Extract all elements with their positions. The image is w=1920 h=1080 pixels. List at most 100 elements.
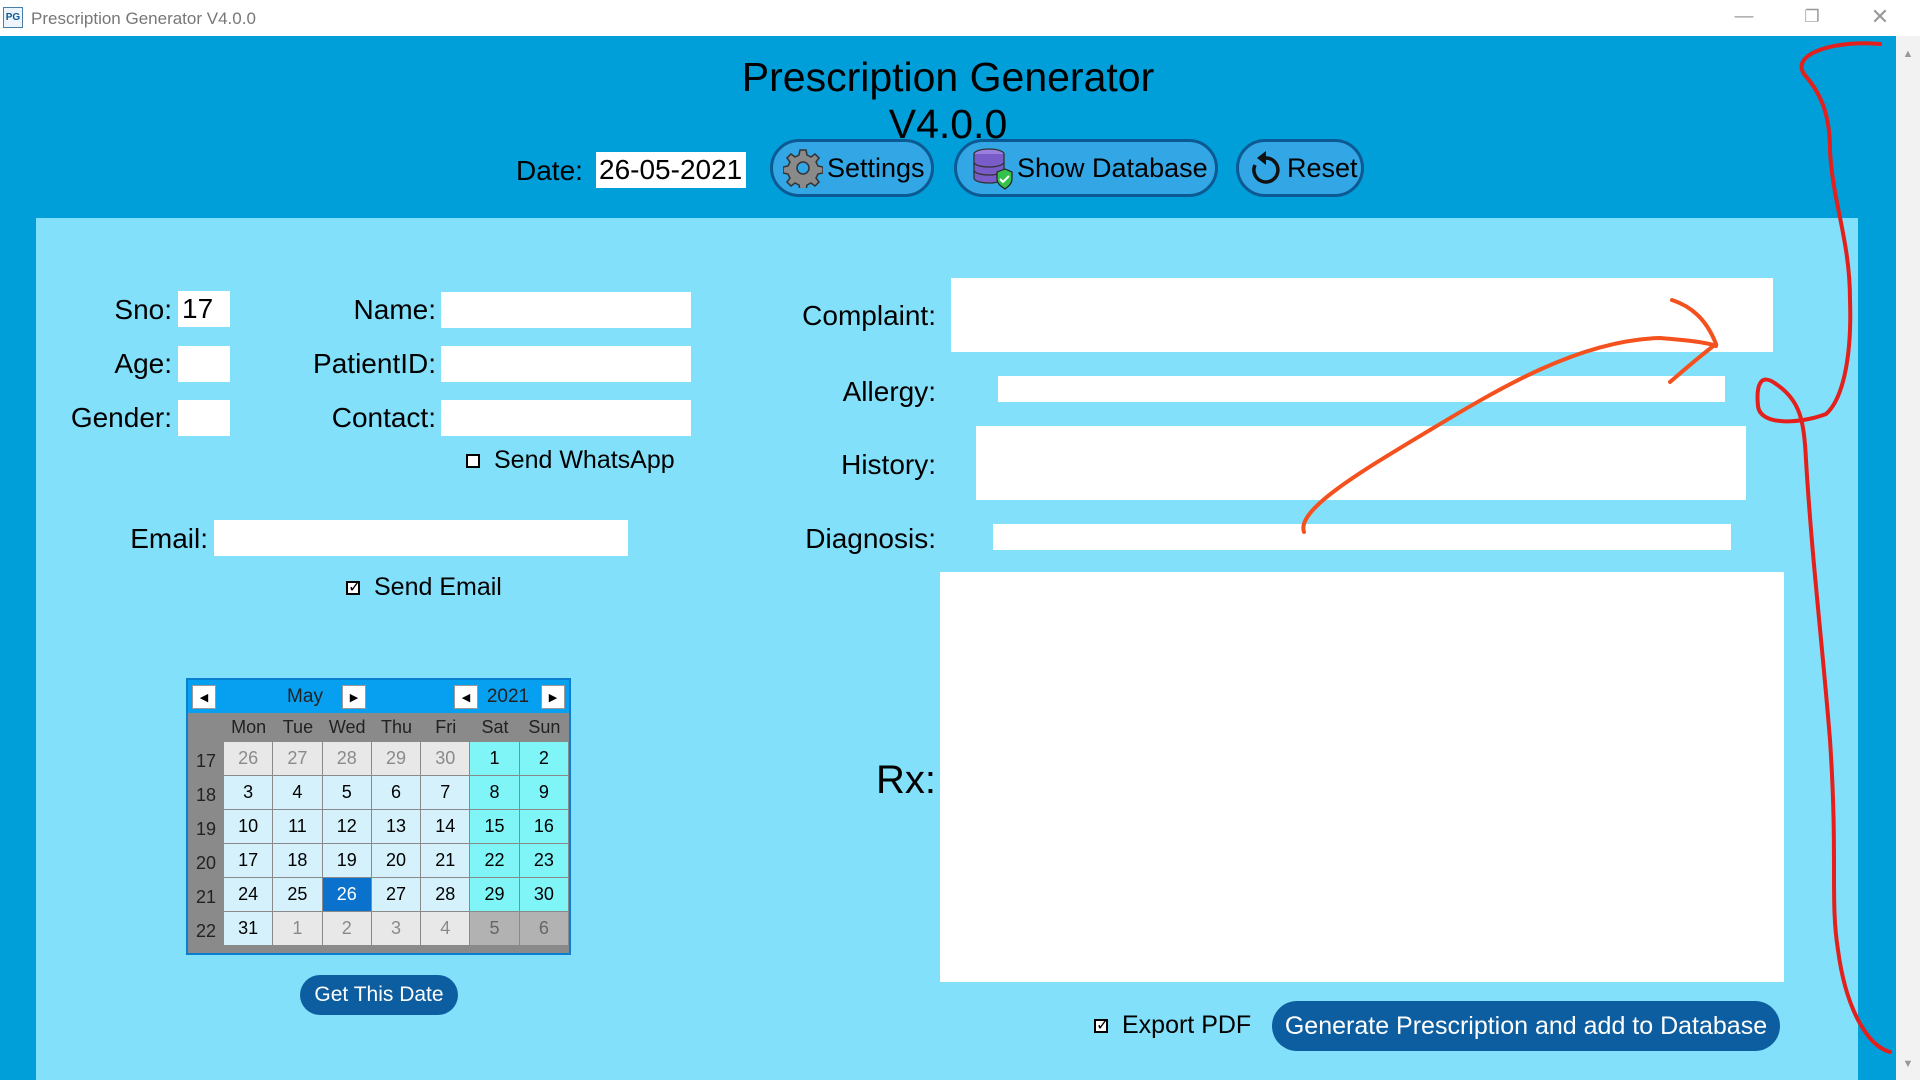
calendar-day[interactable]: 11 <box>273 810 322 843</box>
calendar-day[interactable]: 13 <box>371 810 421 843</box>
contact-field[interactable] <box>441 400 691 436</box>
calendar-day[interactable]: 26 <box>224 742 273 775</box>
calendar-week-row: 21 24 25 26 27 28 29 30 <box>188 877 569 911</box>
calendar-day[interactable]: 30 <box>519 878 568 911</box>
diagnosis-field[interactable] <box>993 524 1731 550</box>
window-title: Prescription Generator V4.0.0 <box>31 9 256 28</box>
checkbox-icon[interactable] <box>1094 1015 1109 1035</box>
show-database-label: Show Database <box>1017 152 1208 183</box>
name-field[interactable] <box>441 292 691 328</box>
calendar-day[interactable]: 23 <box>519 844 568 877</box>
calendar-day[interactable]: 19 <box>322 844 371 877</box>
calendar-day[interactable]: 25 <box>273 878 322 911</box>
calendar-day[interactable]: 22 <box>470 844 519 877</box>
scroll-up-icon[interactable]: ▲ <box>1896 42 1920 66</box>
calendar-day[interactable]: 16 <box>519 810 568 843</box>
calendar-week-number: 17 <box>195 751 217 771</box>
sno-field[interactable] <box>178 291 230 327</box>
vertical-scrollbar[interactable]: ▲ ▼ <box>1896 36 1920 1080</box>
calendar-day[interactable]: 17 <box>224 844 273 877</box>
calendar-day[interactable]: 24 <box>224 878 273 911</box>
calendar-day[interactable]: 1 <box>273 912 322 945</box>
calendar-day[interactable]: 28 <box>322 742 371 775</box>
calendar-day[interactable]: 7 <box>421 776 470 809</box>
generate-prescription-button[interactable]: Generate Prescription and add to Databas… <box>1272 1001 1780 1051</box>
diagnosis-label: Diagnosis: <box>805 523 936 554</box>
show-database-button[interactable]: Show Database <box>954 139 1218 197</box>
rx-textarea[interactable] <box>940 572 1784 982</box>
calendar-day[interactable]: 29 <box>371 742 421 775</box>
calendar-day[interactable]: 2 <box>322 912 371 945</box>
calendar-day[interactable]: 27 <box>273 742 322 775</box>
next-month-icon[interactable]: ▶ <box>342 685 366 709</box>
scroll-down-icon[interactable]: ▼ <box>1896 1052 1920 1076</box>
calendar-day[interactable]: 2 <box>519 742 568 775</box>
calendar-day[interactable]: 4 <box>273 776 322 809</box>
calendar-day[interactable]: 8 <box>470 776 519 809</box>
checkbox-icon[interactable] <box>346 577 361 597</box>
calendar-day[interactable]: 6 <box>519 912 568 945</box>
calendar-day[interactable]: 10 <box>224 810 273 843</box>
email-label: Email: <box>130 523 208 554</box>
calendar-weekday-header: Sat <box>481 717 509 737</box>
send-whatsapp-checkbox[interactable]: Send WhatsApp <box>466 446 675 475</box>
calendar: ◀ May ▶ ◀ 2021 ▶ Mon Tue Wed Thu Fri Sat Sun 17… <box>186 678 571 955</box>
calendar-day[interactable]: 1 <box>470 742 519 775</box>
next-year-icon[interactable]: ▶ <box>541 685 565 709</box>
calendar-week-number: 22 <box>195 921 217 941</box>
calendar-day-selected[interactable]: 26 <box>322 878 371 911</box>
reset-button[interactable]: Reset <box>1236 139 1364 197</box>
patientid-field[interactable] <box>441 346 691 382</box>
calendar-day[interactable]: 3 <box>371 912 421 945</box>
calendar-day[interactable]: 29 <box>470 878 519 911</box>
calendar-day[interactable]: 21 <box>421 844 470 877</box>
gender-field[interactable] <box>178 400 230 436</box>
calendar-weekday-header: Tue <box>282 717 314 737</box>
allergy-field[interactable] <box>998 376 1725 402</box>
calendar-day[interactable]: 28 <box>421 878 470 911</box>
calendar-weekday-header: Sun <box>528 717 561 737</box>
calendar-weekday-header: Fri <box>435 717 457 737</box>
calendar-weekday-header: Mon <box>231 717 267 737</box>
complaint-field[interactable] <box>951 278 1773 352</box>
calendar-day[interactable]: 4 <box>421 912 470 945</box>
calendar-day[interactable]: 5 <box>470 912 519 945</box>
calendar-header: ◀ May ▶ ◀ 2021 ▶ <box>188 680 569 713</box>
calendar-day[interactable]: 14 <box>421 810 470 843</box>
complaint-label: Complaint: <box>802 300 936 331</box>
gender-label: Gender: <box>70 402 172 433</box>
calendar-day[interactable]: 3 <box>224 776 273 809</box>
close-button[interactable]: ✕ <box>1846 0 1914 36</box>
calendar-day[interactable]: 30 <box>421 742 470 775</box>
settings-button[interactable]: Settings <box>770 139 934 197</box>
calendar-weekday-header: Wed <box>328 717 366 737</box>
age-label: Age: <box>114 348 172 379</box>
calendar-day[interactable]: 12 <box>322 810 371 843</box>
export-pdf-checkbox[interactable]: Export PDF <box>1094 1011 1251 1040</box>
calendar-day[interactable]: 18 <box>273 844 322 877</box>
calendar-day[interactable]: 9 <box>519 776 568 809</box>
calendar-week-number: 21 <box>195 887 217 907</box>
prev-year-icon[interactable]: ◀ <box>454 685 478 709</box>
contact-label: Contact: <box>331 402 436 433</box>
patientid-label: PatientID: <box>313 348 436 379</box>
send-email-checkbox[interactable]: Send Email <box>346 573 502 602</box>
calendar-day[interactable]: 20 <box>371 844 421 877</box>
calendar-day[interactable]: 27 <box>371 878 421 911</box>
calendar-day[interactable]: 6 <box>371 776 421 809</box>
calendar-day[interactable]: 15 <box>470 810 519 843</box>
calendar-grid: Mon Tue Wed Thu Fri Sat Sun 17 26 27 28 29 30 1 2 18 3 4 5… <box>188 713 569 945</box>
minimize-button[interactable]: — <box>1710 0 1778 36</box>
checkbox-icon[interactable] <box>466 453 480 468</box>
restore-button[interactable]: ❐ <box>1778 0 1846 36</box>
calendar-day[interactable]: 31 <box>224 912 273 945</box>
history-field[interactable] <box>976 426 1746 500</box>
email-field[interactable] <box>214 520 628 556</box>
date-input[interactable] <box>596 152 746 188</box>
window-title-bar: PG Prescription Generator V4.0.0 — ❐ ✕ <box>0 0 1920 36</box>
calendar-day[interactable]: 5 <box>322 776 371 809</box>
prev-month-icon[interactable]: ◀ <box>192 685 216 709</box>
get-this-date-button[interactable]: Get This Date <box>300 975 458 1015</box>
age-field[interactable] <box>178 346 230 382</box>
calendar-weekday-row: Mon Tue Wed Thu Fri Sat Sun <box>188 713 569 741</box>
